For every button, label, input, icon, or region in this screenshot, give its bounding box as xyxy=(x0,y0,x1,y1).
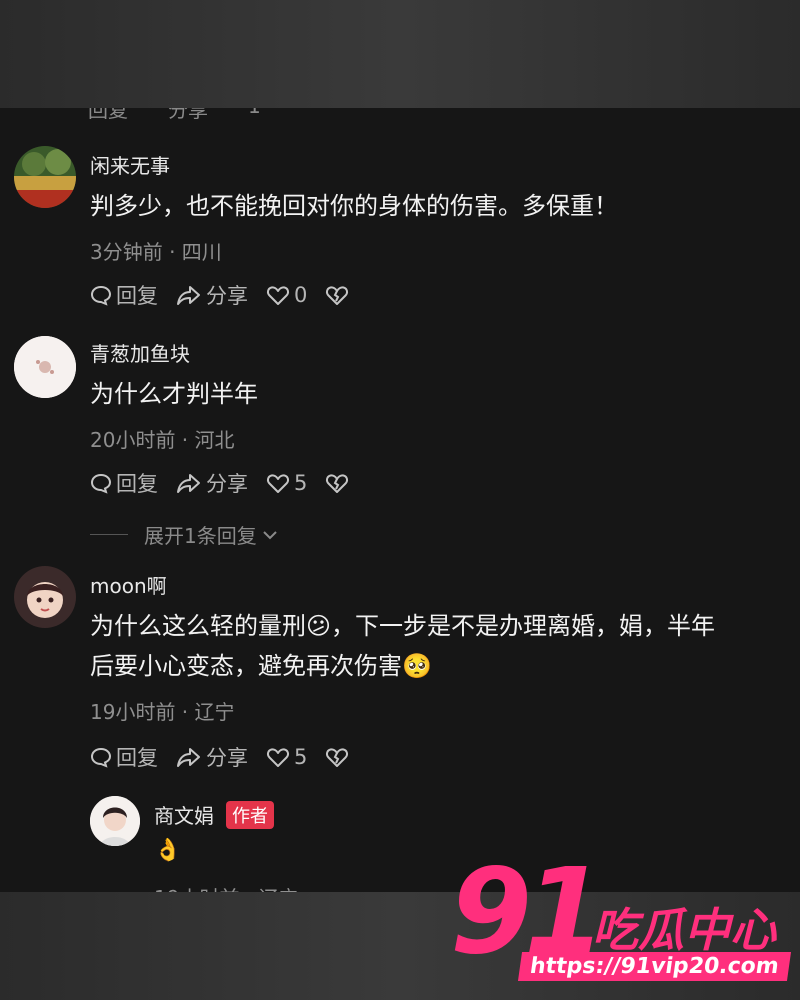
divider-line xyxy=(90,534,128,535)
comment-actions: 回复 分享 0 xyxy=(90,280,371,310)
comment-actions: 回复 分享 5 xyxy=(90,742,371,772)
like-button[interactable]: 5 xyxy=(266,471,307,495)
avatar[interactable] xyxy=(90,796,140,846)
expand-replies-button[interactable]: 展开1条回复 xyxy=(90,520,279,549)
reply-button[interactable]: 回复 xyxy=(90,280,158,310)
comment-meta: 3分钟前 · 四川 xyxy=(90,240,222,264)
heart-icon xyxy=(266,748,290,767)
comment-meta: 20小时前 · 河北 xyxy=(90,428,235,452)
reply-button[interactable]: 回复 xyxy=(90,742,158,772)
avatar-image xyxy=(14,336,76,398)
watermark-logo: 91 吃瓜中心 https://91vip20.com xyxy=(450,852,791,992)
comment-list[interactable]: 回复 分享 1 闲来无事 判多少，也不能挽回对你的身体的伤害。多保重！ 3分钟前… xyxy=(0,108,800,892)
reply-text: 👌 xyxy=(154,838,182,863)
comment-actions: 回复 分享 5 xyxy=(90,468,371,498)
share-arrow-icon xyxy=(177,286,200,305)
username[interactable]: 闲来无事 xyxy=(90,150,170,179)
share-arrow-icon xyxy=(177,474,200,493)
avatar-image xyxy=(14,146,76,208)
dislike-button[interactable] xyxy=(325,284,353,306)
comment-text-line: 为什么这么轻的量刑😕，下一步是不是办理离婚，娟，半年 xyxy=(90,612,716,640)
share-button[interactable]: 分享 xyxy=(176,468,248,498)
dislike-button[interactable] xyxy=(325,472,353,494)
dislike-button[interactable] xyxy=(325,746,353,768)
username[interactable]: 青葱加鱼块 xyxy=(90,338,190,367)
author-badge: 作者 xyxy=(226,800,274,829)
broken-heart-icon xyxy=(326,286,349,305)
heart-icon xyxy=(266,286,290,305)
watermark-url: https://91vip20.com xyxy=(517,952,791,981)
avatar[interactable] xyxy=(14,336,76,398)
comment-bubble-icon xyxy=(90,747,112,768)
watermark-text: 吃瓜中心 xyxy=(592,903,776,957)
username[interactable]: moon啊 xyxy=(90,570,167,599)
comment-meta: 19小时前 · 辽宁 xyxy=(90,700,235,724)
cutoff-action-row: 回复 分享 1 xyxy=(88,108,261,122)
heart-icon xyxy=(266,474,290,493)
comment-text: 判多少，也不能挽回对你的身体的伤害。多保重！ xyxy=(90,192,618,220)
like-button[interactable]: 0 xyxy=(266,283,307,307)
share-button[interactable]: 分享 xyxy=(176,280,248,310)
comment-bubble-icon xyxy=(90,285,112,306)
broken-heart-icon xyxy=(326,474,349,493)
reply-button[interactable]: 回复 xyxy=(90,468,158,498)
top-letterbox xyxy=(0,0,800,108)
username[interactable]: 商文娟 xyxy=(154,800,214,829)
comment-text-line: 后要小心变态，避免再次伤害🥺 xyxy=(90,652,432,680)
avatar[interactable] xyxy=(14,146,76,208)
reply-header: 商文娟 作者 xyxy=(154,800,274,829)
share-button[interactable]: 分享 xyxy=(176,742,248,772)
comment-text: 为什么才判半年 xyxy=(90,380,258,408)
avatar[interactable] xyxy=(14,566,76,628)
broken-heart-icon xyxy=(326,748,349,767)
chevron-down-icon xyxy=(263,530,277,539)
avatar-image xyxy=(90,796,140,846)
comment-bubble-icon xyxy=(90,473,112,494)
like-button[interactable]: 5 xyxy=(266,745,307,769)
avatar-image xyxy=(14,566,76,628)
reply-meta: 19小时前 · 辽宁 xyxy=(154,882,299,892)
share-arrow-icon xyxy=(177,748,200,767)
